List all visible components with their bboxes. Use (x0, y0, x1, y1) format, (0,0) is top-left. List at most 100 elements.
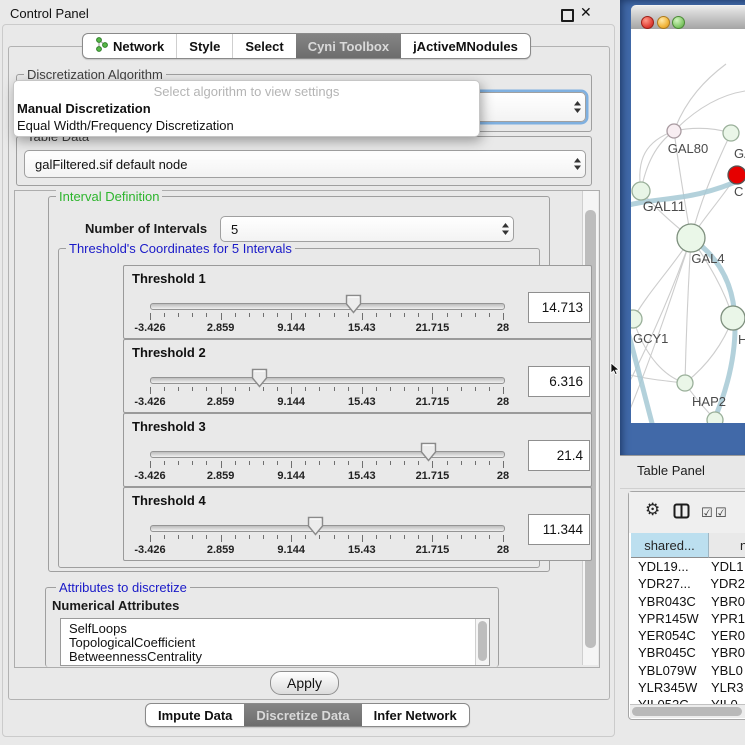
cell-name: YER0 (707, 627, 745, 644)
slider-track[interactable] (150, 377, 505, 384)
tab-cyni-toolbox[interactable]: Cyni Toolbox (296, 34, 401, 58)
tick-mark (348, 535, 349, 539)
network-node[interactable] (631, 310, 642, 328)
tick-mark (334, 535, 335, 539)
tick-mark (291, 461, 292, 468)
zoom-traffic-light-icon[interactable] (672, 16, 685, 29)
slider-thumb[interactable] (307, 516, 324, 536)
tick-mark (178, 461, 179, 465)
table-data-combobox[interactable]: galFiltered.sif default node (24, 150, 586, 178)
close-traffic-light-icon[interactable] (641, 16, 654, 29)
table-rows[interactable]: YDL19...YDL1YDR27...YDR2YBR043CYBR0YPR14… (629, 558, 745, 704)
tab-network[interactable]: Network (83, 34, 176, 58)
cell-name: YDL1 (707, 558, 744, 575)
tick-mark (291, 313, 292, 320)
float-panel-icon[interactable] (561, 9, 574, 22)
unselect-all-checkbox-icon[interactable]: ☑ (715, 505, 727, 521)
tab-jactivemnodules[interactable]: jActiveMNodules (401, 34, 530, 58)
network-node[interactable] (723, 125, 739, 141)
attribute-list-item[interactable]: BetweennessCentrality (61, 650, 489, 664)
network-node[interactable] (721, 306, 745, 330)
cell-shared-name: YER054C (629, 627, 707, 644)
cell-shared-name: YDL19... (629, 558, 707, 575)
slider-track[interactable] (150, 303, 505, 310)
intervals-count-spinner[interactable]: 5 (220, 216, 514, 242)
slider-thumb[interactable] (420, 442, 437, 462)
tick-label: 21.715 (416, 470, 450, 482)
tick-mark (249, 535, 250, 539)
tick-mark (376, 535, 377, 539)
tick-mark (376, 313, 377, 317)
tab-style[interactable]: Style (176, 34, 232, 58)
combo-arrows-icon (569, 157, 585, 171)
tab-impute-data[interactable]: Impute Data (146, 704, 244, 726)
numerical-attributes-list[interactable]: SelfLoopsTopologicalCoefficientBetweenne… (60, 618, 490, 666)
table-row[interactable]: YDL19...YDL1 (629, 558, 745, 575)
list-scrollbar-thumb[interactable] (478, 621, 487, 661)
tab-select[interactable]: Select (232, 34, 295, 58)
tick-mark (418, 535, 419, 539)
tick-mark (461, 313, 462, 317)
tick-mark (221, 313, 222, 320)
tick-mark (503, 313, 504, 320)
slider-thumb[interactable] (251, 368, 268, 388)
tick-mark (447, 313, 448, 317)
dropdown-option[interactable]: Equal Width/Frequency Discretization (14, 117, 479, 134)
table-row[interactable]: YBR043CYBR0 (629, 593, 745, 610)
table-row[interactable]: YIL052CYIL0 (629, 696, 745, 704)
slider-track[interactable] (150, 451, 505, 458)
minimize-traffic-light-icon[interactable] (657, 16, 670, 29)
slider-thumb[interactable] (345, 294, 362, 314)
column-header-name[interactable]: na (709, 533, 745, 558)
tick-label: 28 (497, 544, 509, 556)
table-row[interactable]: YBR045CYBR0 (629, 644, 745, 661)
tick-mark (249, 313, 250, 317)
apply-button[interactable]: Apply (270, 671, 339, 695)
tick-mark (404, 461, 405, 465)
attributes-group-title: Attributes to discretize (56, 581, 190, 595)
network-node[interactable] (677, 375, 693, 391)
node-label: GAL11 (643, 198, 686, 214)
horizontal-scrollbar[interactable] (630, 704, 745, 718)
tick-mark (291, 535, 292, 542)
slider-track[interactable] (150, 525, 505, 532)
network-node[interactable] (728, 166, 745, 184)
threshold-value-field[interactable]: 14.713 (528, 292, 590, 323)
network-node[interactable] (677, 224, 705, 252)
tick-mark (475, 313, 476, 317)
threshold-value-field[interactable]: 6.316 (528, 366, 590, 397)
tick-mark (291, 387, 292, 394)
tick-mark (503, 535, 504, 542)
attribute-list-item[interactable]: SelfLoops (61, 622, 489, 636)
attribute-list-item[interactable]: TopologicalCoefficient (61, 636, 489, 650)
threshold-value-field[interactable]: 21.4 (528, 440, 590, 471)
network-node[interactable] (707, 412, 723, 423)
tick-mark (489, 387, 490, 391)
tick-label: 21.715 (416, 396, 450, 408)
columns-icon[interactable] (673, 503, 690, 524)
table-row[interactable]: YPR145WYPR1 (629, 610, 745, 627)
table-row[interactable]: YDR27...YDR2 (629, 575, 745, 592)
select-all-checkbox-icon[interactable]: ☑ (701, 505, 713, 521)
network-canvas[interactable]: GAL80GACGAL11GAL4GCY1HHAP2 (631, 29, 745, 423)
horizontal-scrollbar-thumb[interactable] (632, 707, 742, 716)
tick-label: 21.715 (416, 544, 450, 556)
tab-discretize-data[interactable]: Discretize Data (244, 704, 361, 726)
gear-icon[interactable]: ⚙ (645, 500, 660, 520)
threshold-value-field[interactable]: 11.344 (528, 514, 590, 545)
network-window-titlebar[interactable] (631, 5, 745, 30)
table-row[interactable]: YLR345WYLR3 (629, 679, 745, 696)
cell-name: YIL0 (707, 696, 738, 704)
network-node[interactable] (667, 124, 681, 138)
tick-mark (404, 535, 405, 539)
dropdown-option[interactable]: Manual Discretization (14, 100, 479, 117)
column-header-shared-name[interactable]: shared... (631, 533, 709, 558)
table-row[interactable]: YER054CYER0 (629, 627, 745, 644)
list-scrollbar[interactable] (475, 619, 489, 665)
tick-label: 2.859 (207, 322, 235, 334)
close-icon[interactable]: ✕ (580, 4, 592, 21)
tick-label: 2.859 (207, 470, 235, 482)
network-edge (674, 64, 726, 131)
table-row[interactable]: YBL079WYBL0 (629, 662, 745, 679)
tab-infer-network[interactable]: Infer Network (362, 704, 469, 726)
